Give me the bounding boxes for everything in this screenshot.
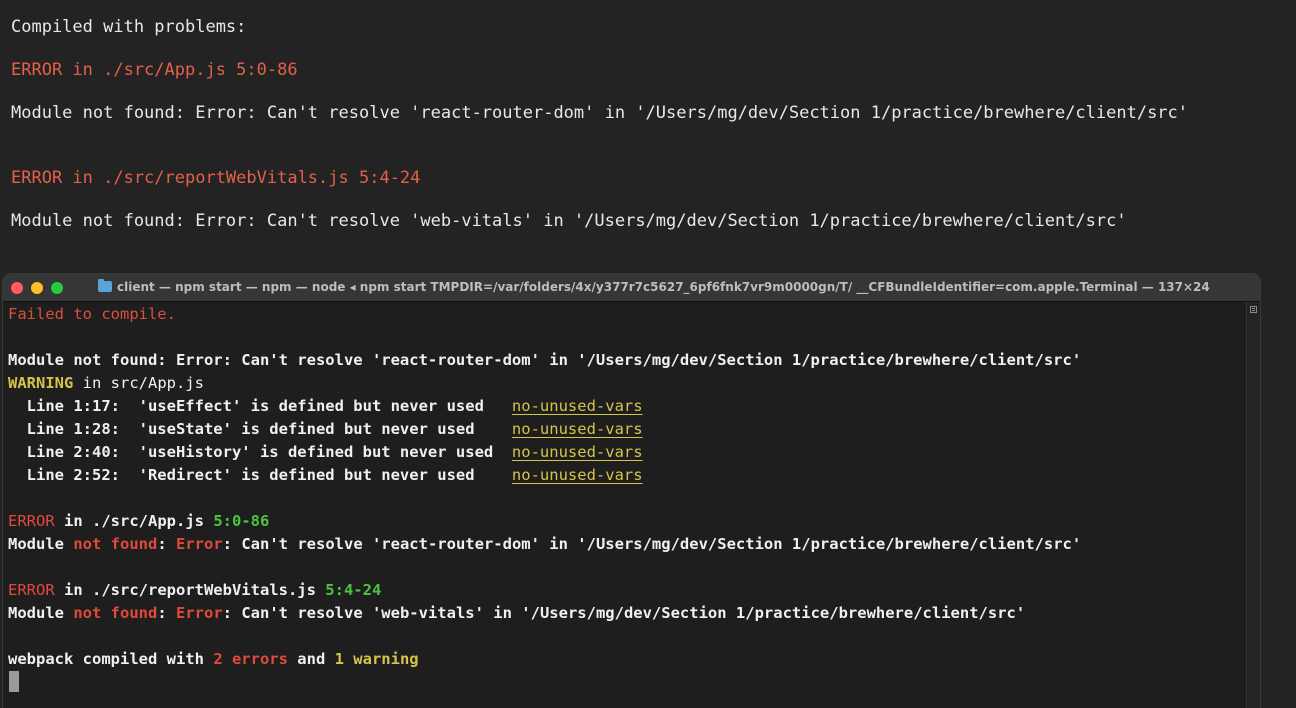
error-label: ERROR bbox=[8, 512, 55, 530]
error-header-line: ERROR in ./src/App.js 5:0-86 bbox=[8, 510, 269, 533]
close-window-button[interactable] bbox=[11, 282, 23, 294]
error-location: 5:0-86 bbox=[213, 512, 270, 530]
warning-file: in src/App.js bbox=[73, 374, 204, 392]
not-found-word: not found bbox=[73, 535, 158, 553]
lint-rule-link[interactable]: no-unused-vars bbox=[512, 397, 643, 415]
terminal-title: client — npm start — npm — node ◂ npm st… bbox=[117, 280, 1210, 294]
overlay-error-message: Module not found: Error: Can't resolve '… bbox=[11, 211, 1127, 231]
lint-rule-link[interactable]: no-unused-vars bbox=[512, 420, 643, 438]
overlay-error-title: ERROR in ./src/reportWebVitals.js 5:4-24 bbox=[11, 168, 421, 188]
terminal-cursor bbox=[9, 671, 19, 692]
error-label: ERROR bbox=[8, 581, 55, 599]
module-word: Module bbox=[8, 604, 74, 622]
scroll-menu-icon[interactable] bbox=[1250, 306, 1257, 313]
lint-line: Line 1:17: 'useEffect' is defined but ne… bbox=[8, 395, 643, 418]
terminal-titlebar[interactable]: client — npm start — npm — node ◂ npm st… bbox=[3, 274, 1260, 302]
summary-mid: and bbox=[287, 650, 335, 668]
compile-error-overlay: Compiled with problems: ERROR in ./src/A… bbox=[0, 0, 1296, 272]
summary-warning: 1 warning bbox=[334, 650, 419, 668]
error-word: Error bbox=[176, 535, 223, 553]
terminal-scrollbar[interactable] bbox=[1246, 302, 1260, 708]
lint-line: Line 2:52: 'Redirect' is defined but nev… bbox=[8, 464, 643, 487]
folder-icon bbox=[98, 279, 112, 292]
lint-text: Line 1:28: 'useState' is defined but nev… bbox=[8, 420, 512, 438]
lint-text: Line 2:40: 'useHistory' is defined but n… bbox=[8, 443, 512, 461]
module-word: Module bbox=[8, 535, 74, 553]
terminal-output[interactable]: Failed to compile. Module not found: Err… bbox=[8, 302, 1238, 708]
error-location: 5:4-24 bbox=[325, 581, 382, 599]
error-file: in ./src/reportWebVitals.js bbox=[54, 581, 326, 599]
maximize-window-button[interactable] bbox=[51, 282, 63, 294]
error-word: Error bbox=[176, 604, 223, 622]
not-found-word: not found bbox=[73, 604, 158, 622]
overlay-error-message: Module not found: Error: Can't resolve '… bbox=[11, 103, 1189, 123]
colon: : bbox=[157, 535, 176, 553]
overlay-heading: Compiled with problems: bbox=[11, 17, 247, 37]
error-message-line: Module not found: Error: Can't resolve '… bbox=[8, 533, 1081, 556]
lint-rule-link[interactable]: no-unused-vars bbox=[512, 466, 643, 484]
summary-errors: 2 errors bbox=[213, 650, 288, 668]
error-message-line: Module not found: Error: Can't resolve '… bbox=[8, 602, 1025, 625]
module-error-line: Module not found: Error: Can't resolve '… bbox=[8, 351, 1082, 369]
lint-text: Line 2:52: 'Redirect' is defined but nev… bbox=[8, 466, 512, 484]
error-file: in ./src/App.js bbox=[54, 512, 214, 530]
terminal-window[interactable]: client — npm start — npm — node ◂ npm st… bbox=[2, 273, 1261, 708]
lint-text: Line 1:17: 'useEffect' is defined but ne… bbox=[8, 397, 512, 415]
overlay-error-title: ERROR in ./src/App.js 5:0-86 bbox=[11, 60, 298, 80]
warning-label: WARNING bbox=[8, 374, 74, 392]
failed-to-compile-line: Failed to compile. bbox=[8, 305, 176, 323]
warning-line: WARNING in src/App.js bbox=[8, 372, 204, 395]
summary-line: webpack compiled with 2 errors and 1 war… bbox=[8, 648, 419, 671]
error-rest: : Can't resolve 'react-router-dom' in '/… bbox=[222, 535, 1082, 553]
minimize-window-button[interactable] bbox=[31, 282, 43, 294]
lint-line: Line 1:28: 'useState' is defined but nev… bbox=[8, 418, 643, 441]
error-rest: : Can't resolve 'web-vitals' in '/Users/… bbox=[222, 604, 1026, 622]
lint-rule-link[interactable]: no-unused-vars bbox=[512, 443, 643, 461]
lint-line: Line 2:40: 'useHistory' is defined but n… bbox=[8, 441, 643, 464]
error-header-line: ERROR in ./src/reportWebVitals.js 5:4-24 bbox=[8, 579, 381, 602]
summary-prefix: webpack compiled with bbox=[8, 650, 214, 668]
colon: : bbox=[157, 604, 176, 622]
